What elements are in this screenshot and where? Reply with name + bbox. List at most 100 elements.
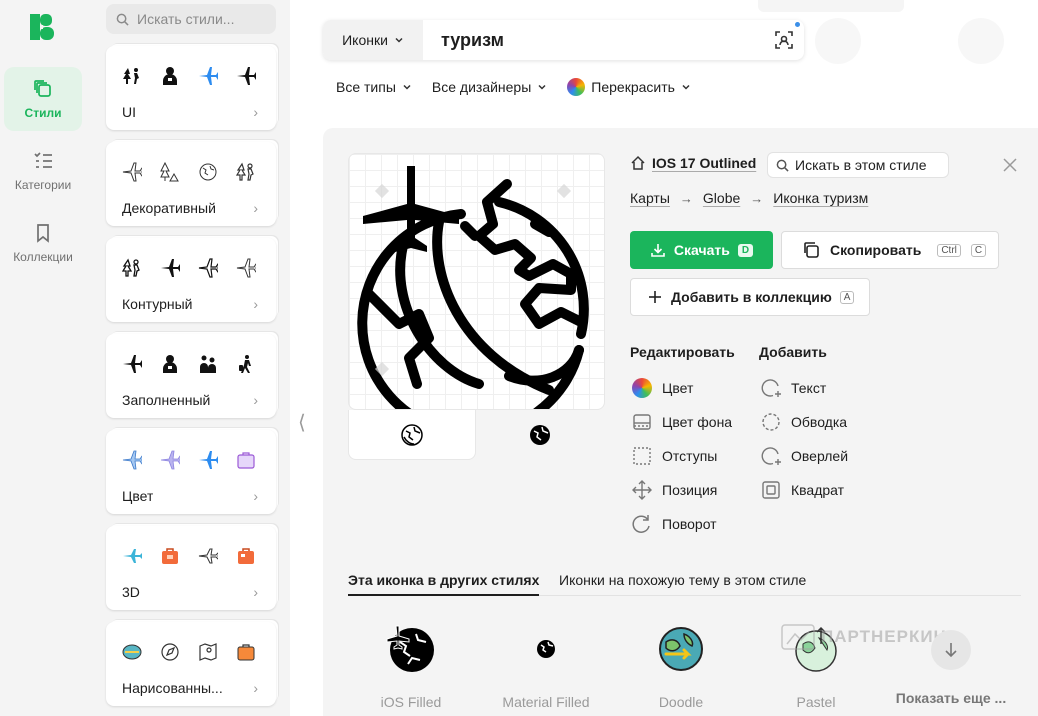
traveler-icon	[239, 355, 251, 373]
chevron-down-icon	[403, 84, 411, 90]
rail-item-styles[interactable]: Стили	[4, 67, 82, 131]
ghost-avatar	[815, 18, 861, 64]
add-to-collection-button[interactable]: Добавить в коллекцию A	[630, 278, 870, 316]
style-card-3d[interactable]: 3D ›	[106, 526, 276, 610]
square-icon	[762, 481, 780, 499]
edit-background-option[interactable]: Цвет фона	[632, 412, 732, 432]
filters-bar: Все типы Все дизайнеры Перекрасить	[336, 78, 691, 96]
rail-label-collections: Коллекции	[13, 250, 73, 264]
suitcase-doodle-icon	[237, 644, 255, 661]
globe-airplane-filled-icon	[386, 625, 434, 672]
other-style-material-filled[interactable]: Material Filled	[486, 624, 606, 710]
style-card-decorative[interactable]: Декоративный ›	[106, 142, 276, 226]
icon-preview	[348, 153, 605, 410]
style-card-ui[interactable]: UI ›	[106, 46, 276, 130]
download-button[interactable]: Скачать D	[630, 231, 773, 269]
breadcrumb-maps[interactable]: Карты	[630, 190, 670, 206]
variant-outline-thumb[interactable]	[348, 410, 476, 460]
filter-designers-label: Все дизайнеры	[431, 79, 532, 95]
chevron-down-icon	[682, 84, 690, 90]
style-card-outline[interactable]: Контурный ›	[106, 238, 276, 322]
breadcrumb-globe[interactable]: Globe	[703, 190, 740, 206]
style-card-name: Контурный	[122, 296, 193, 312]
close-icon[interactable]	[1001, 156, 1019, 174]
add-text-option[interactable]: Текст	[761, 378, 826, 398]
search-icon	[776, 159, 789, 172]
tab-other-styles[interactable]: Эта иконка в других стилях	[348, 572, 540, 596]
bookmark-icon	[37, 224, 49, 243]
add-square-option[interactable]: Квадрат	[761, 480, 844, 500]
logo-icon[interactable]	[30, 14, 56, 40]
copy-label: Скопировать	[830, 242, 922, 258]
styles-search-input[interactable]	[137, 11, 267, 27]
breadcrumb-current[interactable]: Иконка туризм	[773, 190, 868, 206]
style-card-name: Декоративный	[122, 200, 216, 216]
style-card-icons	[122, 66, 256, 86]
background-icon	[633, 414, 651, 430]
move-icon	[632, 480, 652, 500]
other-style-doodle[interactable]: Doodle	[621, 624, 741, 710]
collapse-sidebar-handle[interactable]: ⟨	[298, 410, 306, 435]
style-card-icons	[122, 354, 256, 374]
chevron-right-icon: ›	[253, 104, 258, 120]
guide-icon	[163, 355, 177, 373]
globe-outline-small-icon	[401, 423, 423, 446]
tab-similar-icons[interactable]: Иконки на похожую тему в этом стиле	[559, 572, 806, 596]
ghost-avatar	[958, 18, 1004, 64]
show-more-button[interactable]: Показать еще ...	[891, 624, 1011, 706]
add-overlay-label: Оверлей	[791, 448, 849, 464]
edit-rotate-option[interactable]: Поворот	[632, 514, 717, 534]
add-overlay-option[interactable]: Оверлей	[761, 446, 848, 466]
add-collection-shortcut: A	[839, 290, 855, 304]
style-card-icons	[122, 546, 256, 566]
add-section-title: Добавить	[759, 344, 827, 360]
style-card-hand-drawn[interactable]: Нарисованны... ›	[106, 622, 276, 706]
arrow-down-icon	[945, 643, 957, 658]
edit-position-label: Позиция	[662, 482, 718, 498]
main-search-bar: Иконки	[323, 20, 804, 60]
globe-decorative-icon	[199, 163, 217, 181]
show-more-circle	[931, 630, 971, 670]
rail-label-categories: Категории	[14, 178, 72, 192]
image-search-button[interactable]	[774, 22, 800, 50]
arrow-right-icon: →	[750, 190, 764, 206]
edit-position-option[interactable]: Позиция	[632, 480, 717, 500]
overlay-icon	[761, 447, 781, 465]
styles-search-box[interactable]	[106, 4, 276, 34]
chevron-right-icon: ›	[253, 584, 258, 600]
style-card-name: Нарисованны...	[122, 680, 223, 696]
airplane-icon	[161, 259, 180, 277]
add-stroke-option[interactable]: Обводка	[761, 412, 847, 432]
search-input[interactable]	[441, 29, 741, 51]
filter-types-label: Все типы	[336, 79, 396, 95]
variant-filled-thumb[interactable]	[476, 410, 604, 460]
arrow-right-icon: →	[679, 190, 693, 206]
airplane-color-icon	[199, 451, 218, 469]
style-card-filled[interactable]: Заполненный ›	[106, 334, 276, 418]
hiker-outline-icon	[236, 162, 254, 181]
other-style-ios-filled[interactable]: iOS Filled	[351, 624, 471, 710]
download-label: Скачать	[673, 242, 730, 258]
filter-recolor[interactable]: Перекрасить	[567, 78, 691, 96]
rail-item-categories[interactable]: Категории	[4, 139, 82, 203]
rail-item-collections[interactable]: Коллекции	[4, 211, 82, 275]
airplane-icon	[237, 67, 256, 85]
asset-type-select[interactable]: Иконки	[323, 20, 423, 60]
search-in-style-button[interactable]: Искать в этом стиле	[767, 152, 949, 178]
copy-button[interactable]: Скопировать Ctrl C	[781, 231, 999, 269]
hiker-outline-icon	[122, 258, 140, 277]
edit-color-option[interactable]: Цвет	[632, 378, 693, 398]
related-tabs: Эта иконка в других стилях Иконки на пох…	[348, 572, 1021, 596]
style-card-color[interactable]: Цвет ›	[106, 430, 276, 514]
style-card-icons	[122, 258, 256, 278]
suitcase-color-icon	[237, 452, 255, 469]
style-tag[interactable]: IOS 17 Outlined	[630, 155, 756, 171]
top-banner-placeholder	[758, 0, 904, 12]
airplane-color-icon	[122, 450, 142, 470]
filter-types[interactable]: Все типы	[336, 78, 412, 96]
filter-designers[interactable]: Все дизайнеры	[432, 78, 547, 96]
edit-padding-option[interactable]: Отступы	[632, 446, 717, 466]
styles-icon	[34, 80, 51, 97]
padding-icon	[633, 447, 651, 465]
chevron-right-icon: ›	[253, 488, 258, 504]
